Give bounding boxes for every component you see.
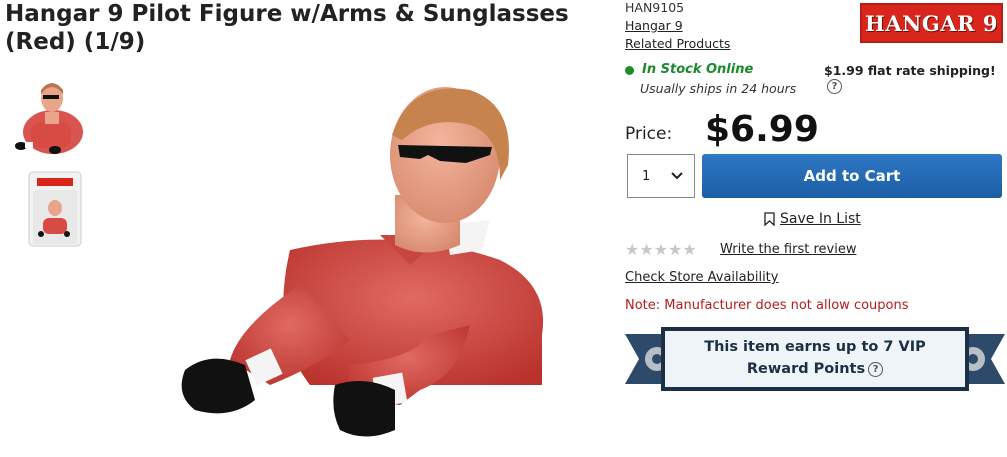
- thumbnail-figure[interactable]: [5, 72, 95, 166]
- save-in-list-button[interactable]: Save In List: [764, 211, 861, 227]
- add-to-cart-button[interactable]: Add to Cart: [702, 154, 1002, 198]
- thumbnail-package[interactable]: [27, 170, 83, 252]
- ships-info: Usually ships in 24 hours: [640, 81, 797, 96]
- write-review-link[interactable]: Write the first review: [720, 242, 856, 257]
- vip-line-2: Reward Points: [746, 361, 866, 377]
- vip-line-2-wrap: Reward Points?: [665, 358, 965, 380]
- brand-logo[interactable]: HANGAR 9: [860, 3, 1003, 43]
- help-icon[interactable]: ?: [827, 79, 842, 94]
- quantity-select[interactable]: 1: [627, 154, 695, 198]
- help-icon[interactable]: ?: [868, 361, 884, 377]
- price-value: $6.99: [705, 109, 819, 150]
- bookmark-icon: [764, 212, 775, 226]
- related-products-link[interactable]: Related Products: [625, 36, 730, 51]
- save-in-list-label: Save In List: [780, 211, 861, 227]
- product-sku: HAN9105: [625, 0, 685, 15]
- vip-reward-text: This item earns up to 7 VIP Reward Point…: [665, 336, 965, 380]
- vip-line-1: This item earns up to 7 VIP: [704, 339, 926, 355]
- shipping-info: $1.99 flat rate shipping!?: [824, 63, 1005, 94]
- shipping-text: $1.99 flat rate shipping!: [824, 63, 996, 78]
- stock-status: In Stock Online: [642, 62, 754, 77]
- brand-logo-text: HANGAR 9: [865, 10, 998, 36]
- vip-reward-banner: This item earns up to 7 VIP Reward Point…: [625, 326, 1005, 392]
- rating-stars: ★★★★★: [625, 240, 697, 259]
- brand-link[interactable]: Hangar 9: [625, 18, 683, 33]
- coupon-note: Note: Manufacturer does not allow coupon…: [625, 298, 909, 313]
- quantity-value: 1: [642, 168, 651, 184]
- chevron-down-icon: [671, 172, 683, 180]
- product-title: Hangar 9 Pilot Figure w/Arms & Sunglasse…: [5, 1, 569, 55]
- check-store-availability-link[interactable]: Check Store Availability: [625, 270, 778, 285]
- price-label: Price:: [625, 124, 673, 144]
- in-stock-icon: [625, 66, 634, 75]
- product-image: [170, 85, 570, 450]
